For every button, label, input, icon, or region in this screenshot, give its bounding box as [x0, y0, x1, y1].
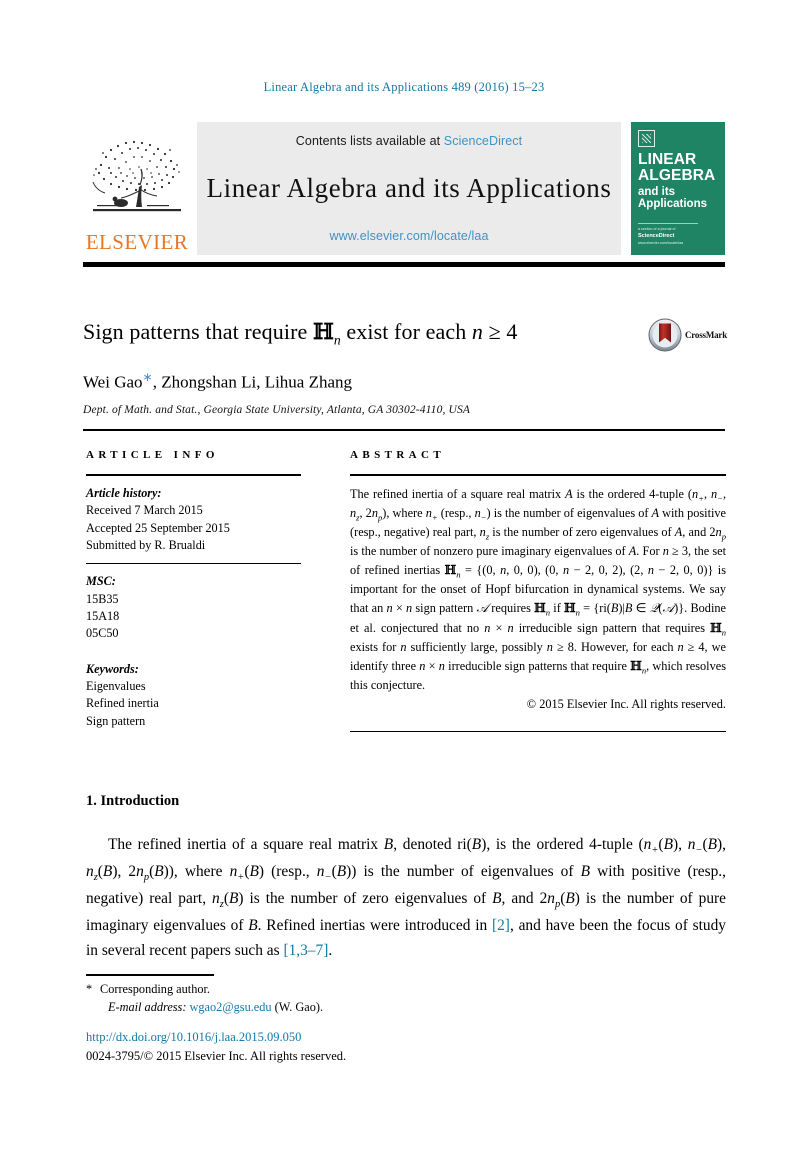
- history-item: Submitted by R. Brualdi: [86, 537, 206, 552]
- article-info-heading: ARTICLE INFO: [86, 449, 219, 461]
- introduction-paragraph: The refined inertia of a square real mat…: [86, 836, 726, 960]
- journal-band: Contents lists available at ScienceDirec…: [197, 122, 621, 255]
- article-info-rule: [86, 474, 301, 476]
- email-note: E-mail address: wgao2@gsu.edu (W. Gao).: [86, 998, 726, 1016]
- msc-item: 05C50: [86, 626, 119, 641]
- elsevier-tree-icon: [92, 140, 181, 212]
- author-list: Wei Gao∗, Zhongshan Li, Lihua Zhang: [83, 370, 725, 393]
- article-first-page: Linear Algebra and its Applications 489 …: [0, 0, 808, 1162]
- keyword-item: Eigenvalues: [86, 678, 146, 693]
- cover-footer-top: a section of a journal of: [638, 227, 676, 232]
- journal-title: Linear Algebra and its Applications: [206, 173, 612, 203]
- abstract-heading: ABSTRACT: [350, 449, 446, 461]
- msc-group: MSC: 15B35 15A18 05C50: [86, 573, 301, 642]
- section-heading-introduction: 1. Introduction: [86, 793, 180, 809]
- keywords-heading: Keywords:: [86, 661, 139, 676]
- cover-footer-mid: ScienceDirect: [638, 233, 675, 240]
- journal-cover-thumbnail: LINEAR ALGEBRA and its Applications a se…: [631, 122, 725, 255]
- article-info-column: ARTICLE INFO Article history: Received 7…: [86, 449, 301, 730]
- title-subscript-n: n: [333, 332, 341, 348]
- cover-footer-rule: [638, 223, 698, 225]
- issn-copyright-line: 0024-3795/© 2015 Elsevier Inc. All right…: [86, 1048, 347, 1063]
- msc-item: 15B35: [86, 591, 119, 606]
- article-history-group: Article history: Received 7 March 2015 A…: [86, 485, 301, 554]
- abstract-bottom-rule: [350, 731, 726, 732]
- email-suffix: (W. Gao).: [274, 1000, 324, 1015]
- history-item: Accepted 25 September 2015: [86, 520, 230, 535]
- article-title: Sign patterns that require ℍn exist for …: [83, 318, 628, 348]
- cover-line-1: LINEAR: [638, 151, 697, 168]
- elsevier-wordmark: ELSEVIER: [85, 230, 189, 254]
- corresponding-author-marker: ∗: [142, 370, 153, 385]
- cover-footer: a section of a journal of ScienceDirect …: [638, 223, 698, 246]
- footnote-block: * Corresponding author. E-mail address: w…: [86, 980, 726, 1017]
- cover-publisher-icon: [638, 130, 655, 147]
- article-info-separator: [86, 563, 301, 565]
- title-blackboard-h: ℍ: [312, 319, 334, 345]
- title-part-2: exist for each: [340, 319, 472, 344]
- elsevier-logo: ELSEVIER: [83, 122, 191, 255]
- contents-prefix: Contents lists available at: [295, 134, 444, 148]
- msc-heading: MSC:: [86, 574, 116, 589]
- crossmark-badge[interactable]: CrossMark: [648, 318, 727, 352]
- footnote-star: *: [86, 982, 93, 996]
- contents-lists-line: Contents lists available at ScienceDirec…: [296, 134, 522, 148]
- title-var-n: n: [471, 319, 484, 344]
- crossmark-icon[interactable]: [648, 318, 682, 352]
- abstract-rule: [350, 474, 726, 476]
- email-label: E-mail address:: [108, 1000, 187, 1015]
- abstract-column: ABSTRACT The refined inertia of a square…: [350, 449, 726, 712]
- title-block: Sign patterns that require ℍn exist for …: [83, 318, 725, 416]
- journal-masthead: ELSEVIER Contents lists available at Sci…: [83, 122, 725, 255]
- cover-line-2: ALGEBRA: [638, 166, 716, 184]
- article-history-heading: Article history:: [86, 486, 162, 500]
- corresponding-author-note: * Corresponding author.: [86, 980, 726, 998]
- footnote-rule: [86, 974, 214, 976]
- keyword-item: Refined inertia: [86, 696, 159, 711]
- email-link[interactable]: wgao2@gsu.edu: [190, 1000, 272, 1014]
- keywords-group: Keywords: Eigenvalues Refined inertia Si…: [86, 661, 301, 730]
- abstract-text: The refined inertia of a square real mat…: [350, 487, 727, 692]
- cover-footer-bottom: www.elsevier.com/locate/laa: [638, 240, 684, 245]
- info-abstract-top-rule: [83, 429, 725, 431]
- cover-line-3: and its: [638, 185, 676, 198]
- title-part-1: Sign patterns that require: [83, 319, 313, 344]
- footer-block: http://dx.doi.org/10.1016/j.laa.2015.09.…: [86, 1028, 726, 1066]
- sciencedirect-link[interactable]: ScienceDirect: [444, 134, 522, 148]
- abstract-copyright: © 2015 Elsevier Inc. All rights reserved…: [526, 696, 726, 711]
- doi-link[interactable]: http://dx.doi.org/10.1016/j.laa.2015.09.…: [86, 1028, 726, 1047]
- crossmark-label: CrossMark: [685, 330, 728, 340]
- history-item: Received 7 March 2015: [86, 503, 203, 518]
- author-1: Wei Gao: [83, 373, 143, 393]
- author-affiliation: Dept. of Math. and Stat., Georgia State …: [83, 404, 471, 417]
- cover-line-4: Applications: [638, 198, 708, 210]
- authors-rest: , Zhongshan Li, Lihua Zhang: [152, 373, 353, 393]
- title-relation: ≥ 4: [483, 319, 518, 344]
- keyword-item: Sign pattern: [86, 713, 146, 728]
- journal-homepage-link[interactable]: www.elsevier.com/locate/laa: [329, 229, 488, 243]
- masthead-bottom-rule: [83, 262, 725, 267]
- corresponding-author-text: Corresponding author.: [100, 982, 210, 996]
- running-head: Linear Algebra and its Applications 489 …: [263, 80, 545, 94]
- msc-item: 15A18: [86, 608, 120, 623]
